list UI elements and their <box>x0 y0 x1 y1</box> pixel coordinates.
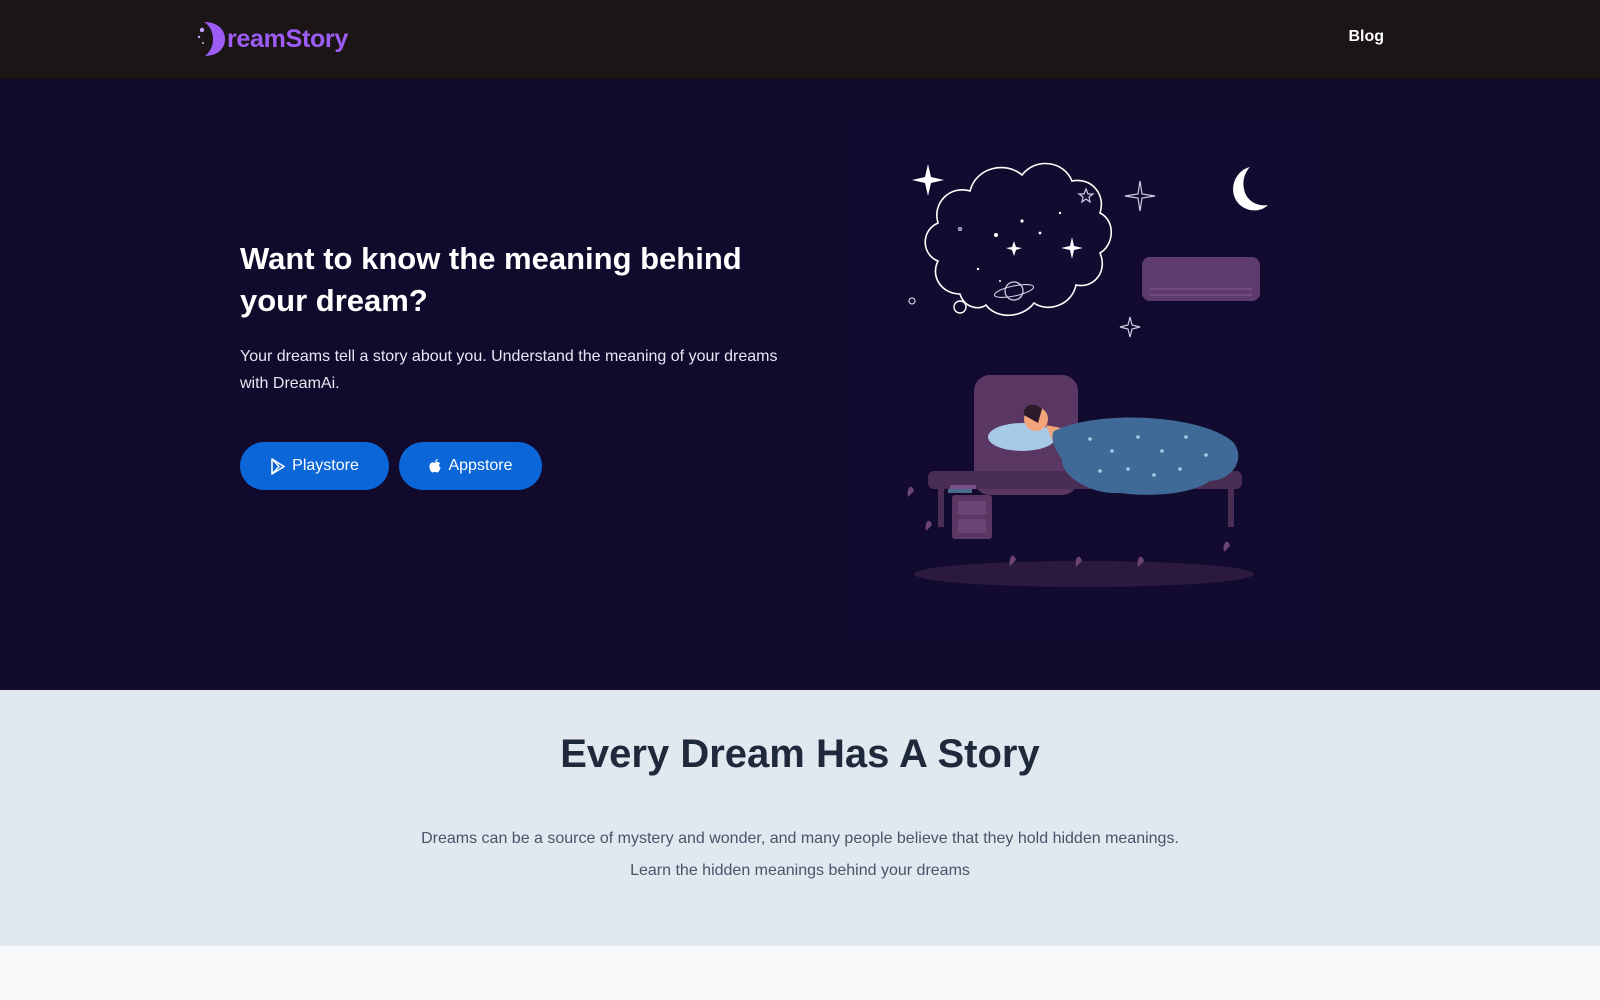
story-description-line1: Dreams can be a source of mystery and wo… <box>421 830 1179 847</box>
apple-icon <box>429 459 442 473</box>
story-title: Every Dream Has A Story <box>560 732 1040 776</box>
logo[interactable]: reamStory <box>196 18 348 60</box>
nav-blog-link[interactable]: Blog <box>1348 28 1384 46</box>
playstore-button[interactable]: Playstore <box>240 442 389 490</box>
crescent-moon-logo-icon <box>197 22 225 56</box>
appstore-label: Appstore <box>448 457 513 474</box>
hero-subtitle: Your dreams tell a story about you. Unde… <box>240 348 778 392</box>
logo-text: reamStory <box>227 24 348 53</box>
story-description-line2: Learn the hidden meanings behind your dr… <box>630 862 970 879</box>
appstore-button[interactable]: Appstore <box>399 442 542 490</box>
story-section: Every Dream Has A Story Dreams can be a … <box>0 690 1600 946</box>
sleeping-dream-illustration <box>850 119 1320 639</box>
page-bottom-strip <box>0 946 1600 1000</box>
playstore-label: Playstore <box>292 457 359 474</box>
hero-section: Want to know the meaning behind your dre… <box>0 79 1600 690</box>
play-triangle-icon <box>271 457 285 475</box>
hero-title: Want to know the meaning behind your dre… <box>240 241 742 318</box>
navbar: reamStory Blog <box>0 0 1600 79</box>
